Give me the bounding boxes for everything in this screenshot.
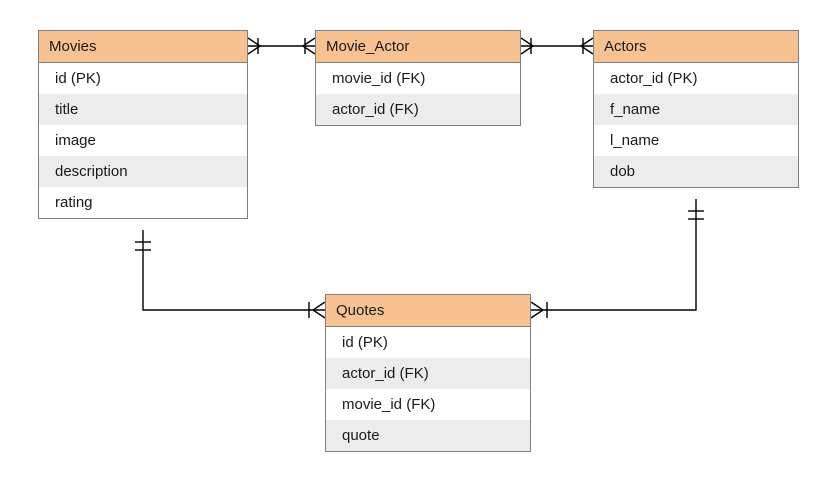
entity-movie-actor-title: Movie_Actor xyxy=(316,31,520,63)
field: actor_id (FK) xyxy=(316,94,520,125)
entity-movies: Movies id (PK) title image description r… xyxy=(38,30,248,219)
field: quote xyxy=(326,420,530,451)
entity-actors: Actors actor_id (PK) f_name l_name dob xyxy=(593,30,799,188)
field: f_name xyxy=(594,94,798,125)
field: id (PK) xyxy=(326,327,530,358)
field: rating xyxy=(39,187,247,218)
entity-quotes: Quotes id (PK) actor_id (FK) movie_id (F… xyxy=(325,294,531,452)
field: dob xyxy=(594,156,798,187)
entity-quotes-title: Quotes xyxy=(326,295,530,327)
field: title xyxy=(39,94,247,125)
field: actor_id (PK) xyxy=(594,63,798,94)
field: movie_id (FK) xyxy=(326,389,530,420)
field: actor_id (FK) xyxy=(326,358,530,389)
field: description xyxy=(39,156,247,187)
entity-actors-title: Actors xyxy=(594,31,798,63)
field: movie_id (FK) xyxy=(316,63,520,94)
entity-movies-title: Movies xyxy=(39,31,247,63)
field: id (PK) xyxy=(39,63,247,94)
field: l_name xyxy=(594,125,798,156)
field: image xyxy=(39,125,247,156)
entity-movie-actor: Movie_Actor movie_id (FK) actor_id (FK) xyxy=(315,30,521,126)
er-diagram: Movies id (PK) title image description r… xyxy=(0,0,834,504)
